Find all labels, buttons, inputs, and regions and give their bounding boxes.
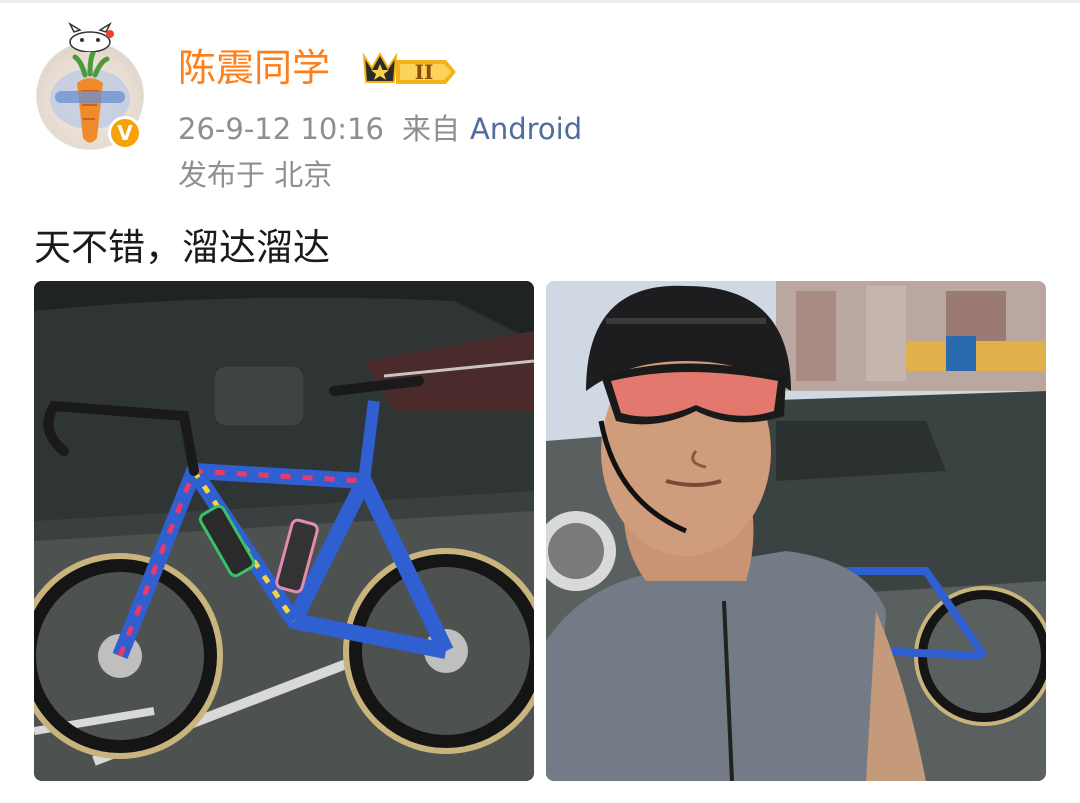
post-text: 天不错，溜达溜达 [34, 226, 330, 269]
verified-badge-icon: V [108, 116, 142, 150]
post-location: 发布于 北京 [178, 158, 333, 192]
post-photo-1[interactable] [34, 281, 534, 781]
avatar-container[interactable]: V [36, 22, 148, 152]
vip-level-text: II [415, 60, 434, 84]
source-link[interactable]: Android [470, 112, 582, 146]
post-time: 26-9-12 10:16 [178, 112, 384, 146]
source-prefix: 来自 [401, 112, 460, 146]
post-photo-2[interactable] [546, 281, 1046, 781]
avatar-pendant-icon [68, 22, 114, 52]
username[interactable]: 陈震同学 [178, 44, 330, 92]
vip-crown-badge-icon[interactable]: II [350, 48, 460, 92]
top-divider [0, 0, 1080, 3]
post-meta: 26-9-12 10:16 来自 Android [178, 110, 582, 148]
